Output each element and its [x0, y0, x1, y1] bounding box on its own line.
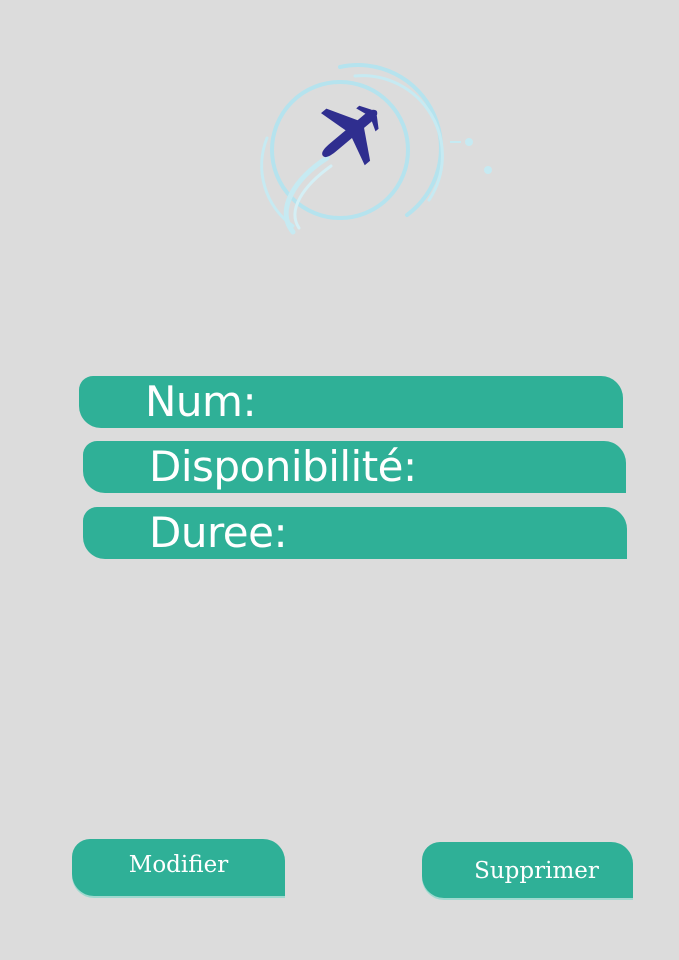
supprimer-button[interactable]: Supprimer — [422, 842, 633, 898]
num-field[interactable]: Num: — [79, 376, 623, 428]
num-label: Num: — [145, 377, 257, 426]
disponibilite-label: Disponibilité: — [149, 442, 417, 491]
airplane-logo-icon — [245, 60, 505, 250]
modifier-button-label: Modifier — [128, 851, 229, 878]
supprimer-button-label: Supprimer — [474, 858, 599, 884]
duree-label: Duree: — [149, 508, 288, 557]
duree-field[interactable]: Duree: — [83, 507, 627, 559]
modifier-button[interactable]: Modifier — [72, 839, 285, 896]
disponibilite-field[interactable]: Disponibilité: — [83, 441, 626, 493]
